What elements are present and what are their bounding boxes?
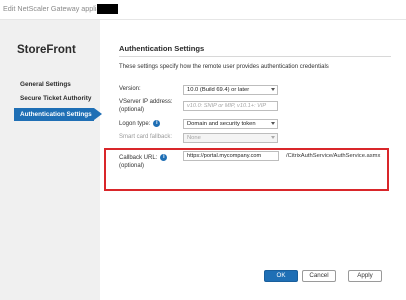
smart-card-label: Smart card fallback: xyxy=(119,134,173,140)
cancel-button[interactable]: Cancel xyxy=(302,270,336,282)
chevron-down-icon xyxy=(271,88,275,91)
version-label: Version: xyxy=(119,86,141,92)
chevron-down-icon xyxy=(271,122,275,125)
logon-type-label: Logon type: i xyxy=(119,120,161,129)
redacted-block xyxy=(97,4,118,14)
vserver-ip-input[interactable]: v10.0: SNIP or MIP, v10.1+: VIP xyxy=(183,101,278,111)
callback-url-suffix: /CitrixAuthService/AuthService.asmx xyxy=(286,153,381,159)
callback-label-text: Callback URL: xyxy=(119,155,158,162)
section-description: These settings specify how the remote us… xyxy=(119,64,329,70)
title-bar: Edit NetScaler Gateway appliance xyxy=(0,0,406,20)
sidebar: StoreFront General Settings Secure Ticke… xyxy=(0,20,102,300)
apply-button[interactable]: Apply xyxy=(348,270,382,282)
vserver-ip-label: VServer IP address: (optional) xyxy=(119,99,173,114)
vserver-ip-optional: (optional) xyxy=(119,106,145,113)
logon-type-label-text: Logon type: xyxy=(119,121,151,128)
sidebar-item-label: Authentication Settings xyxy=(20,111,92,118)
section-title: Authentication Settings xyxy=(119,44,205,53)
version-value: 10.0 (Build 69.4) or later xyxy=(187,87,250,93)
version-select[interactable]: 10.0 (Build 69.4) or later xyxy=(183,85,278,95)
ok-button[interactable]: OK xyxy=(264,270,298,282)
sidebar-item-authentication-settings[interactable]: Authentication Settings xyxy=(14,108,102,121)
info-icon[interactable]: i xyxy=(160,154,168,161)
vserver-ip-label-text: VServer IP address: xyxy=(119,99,173,105)
logon-type-select[interactable]: Domain and security token xyxy=(183,119,278,129)
callback-optional: (optional) xyxy=(119,162,145,169)
window-title: Edit NetScaler Gateway appliance xyxy=(3,4,113,13)
smart-card-select[interactable]: None xyxy=(183,133,278,143)
logon-type-value: Domain and security token xyxy=(187,121,256,127)
info-icon[interactable]: i xyxy=(153,120,161,127)
section-divider xyxy=(119,56,391,57)
chevron-down-icon xyxy=(271,136,275,139)
sidebar-brand: StoreFront xyxy=(17,44,76,56)
smart-card-value: None xyxy=(187,135,201,141)
callback-label: Callback URL: i (optional) xyxy=(119,154,168,170)
main-panel: Authentication Settings These settings s… xyxy=(100,20,406,300)
sidebar-item-secure-ticket-authority[interactable]: Secure Ticket Authority xyxy=(20,95,91,102)
sidebar-item-general-settings[interactable]: General Settings xyxy=(20,81,71,88)
callback-url-input[interactable]: https://portal.mycompany.com xyxy=(183,151,279,161)
